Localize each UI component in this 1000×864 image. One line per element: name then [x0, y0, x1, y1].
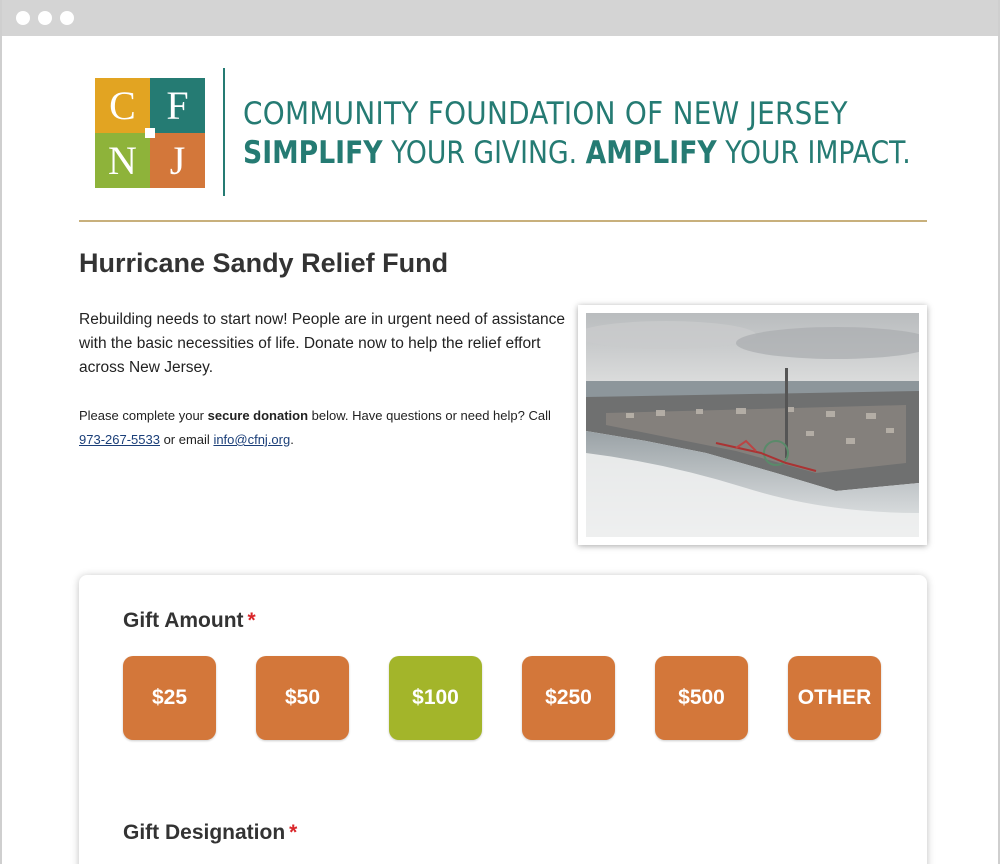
amount-button-25[interactable]: $25	[123, 656, 216, 740]
header-divider	[79, 220, 927, 222]
amount-button-100[interactable]: $100	[389, 656, 482, 740]
tagline: SIMPLIFY YOUR GIVING. AMPLIFY YOUR IMPAC…	[243, 135, 911, 171]
logo-tile-c: C	[95, 78, 150, 133]
intro-text: Rebuilding needs to start now! People ar…	[79, 311, 565, 376]
required-marker: *	[289, 821, 298, 844]
logo-tile-f: F	[150, 78, 205, 133]
cfnj-logo[interactable]: C F N J	[95, 78, 205, 188]
logo-divider	[223, 68, 225, 196]
email-link[interactable]: info@cfnj.org	[213, 432, 290, 447]
help-end: .	[290, 432, 294, 447]
amount-button-500[interactable]: $500	[655, 656, 748, 740]
hurricane-photo	[586, 313, 919, 537]
help-prefix: Please complete your	[79, 408, 208, 423]
logo-tile-j: J	[150, 133, 205, 188]
close-window-icon[interactable]	[16, 11, 30, 25]
help-secure-donation: secure donation	[207, 408, 309, 423]
gift-amount-label: Gift Amount *	[123, 609, 256, 633]
minimize-window-icon[interactable]	[38, 11, 52, 25]
gift-designation-text: Gift Designation	[123, 821, 286, 844]
gift-amount-text: Gift Amount	[123, 609, 244, 632]
logo-tile-n: N	[95, 133, 150, 188]
amount-button-other[interactable]: OTHER	[788, 656, 881, 740]
tagline-simplify: SIMPLIFY	[243, 135, 383, 171]
amount-button-50[interactable]: $50	[256, 656, 349, 740]
hurricane-photo-frame	[578, 305, 927, 545]
page-title: Hurricane Sandy Relief Fund	[79, 248, 449, 278]
help-or: or email	[159, 432, 214, 447]
logo-center-dot	[145, 128, 155, 138]
tagline-giving: YOUR GIVING.	[382, 135, 586, 171]
amount-button-250[interactable]: $250	[522, 656, 615, 740]
help-text: Please complete your secure donation bel…	[79, 404, 569, 452]
phone-link[interactable]: 973-267-5533	[79, 432, 160, 447]
gift-designation-label: Gift Designation *	[123, 821, 297, 845]
tagline-impact: YOUR IMPACT.	[716, 135, 911, 171]
required-marker: *	[247, 609, 256, 632]
zoom-window-icon[interactable]	[60, 11, 74, 25]
window-titlebar	[2, 0, 998, 36]
org-name: COMMUNITY FOUNDATION OF NEW JERSEY	[243, 96, 848, 132]
tagline-amplify: AMPLIFY	[585, 135, 717, 171]
donation-form-card: Gift Amount * $25 $50 $100 $250 $500 OTHE…	[79, 575, 927, 864]
help-mid: below. Have questions or need help? Call	[308, 408, 551, 423]
browser-window: C F N J COMMUNITY FOUNDATION OF NEW JERS…	[0, 0, 1000, 864]
